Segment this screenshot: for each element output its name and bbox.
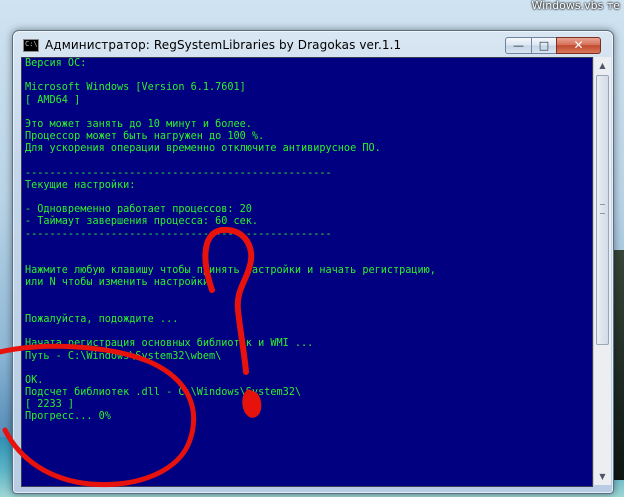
console-window[interactable]: C:\ Администратор: RegSystemLibraries by… bbox=[12, 30, 614, 494]
desktop-file-label[interactable]: Windows.vbs те bbox=[532, 0, 621, 12]
console-line: - Таймаут завершения процесса: 60 сек. bbox=[25, 216, 259, 228]
console-line: Для ускорения операции временно отключит… bbox=[25, 143, 381, 155]
minimize-button[interactable]: — bbox=[505, 37, 532, 54]
close-button[interactable]: ✕ bbox=[556, 37, 601, 54]
console-line: [ AMD64 ] bbox=[25, 94, 81, 106]
scrollbar-thumb[interactable] bbox=[596, 75, 609, 345]
console-line: ----------------------------------------… bbox=[25, 167, 332, 179]
console-line: Версия ОС: bbox=[25, 58, 87, 69]
vertical-scrollbar[interactable]: ▲ ▼ bbox=[593, 57, 611, 485]
command-prompt-icon-text: C:\ bbox=[25, 40, 38, 48]
maximize-button[interactable]: □ bbox=[531, 37, 557, 54]
console-line: Нажмите любую клавишу чтобы принять наст… bbox=[25, 265, 436, 277]
console-line: Пожалуйста, подождите ... bbox=[25, 313, 179, 325]
title-bar[interactable]: C:\ Администратор: RegSystemLibraries by… bbox=[13, 31, 613, 57]
console-line: - Одновременно работает процессов: 20 bbox=[25, 204, 252, 216]
console-line: OK. bbox=[25, 374, 44, 386]
command-prompt-icon[interactable]: C:\ bbox=[23, 39, 39, 52]
console-line: Подсчет библиотек .dll - C:\Windows\Syst… bbox=[25, 387, 302, 399]
console-line: Процессор может быть нагружен до 100 %. bbox=[25, 131, 265, 143]
console-line: Текущие настройки: bbox=[25, 179, 136, 191]
console-line: или N чтобы изменить настройки. bbox=[25, 277, 216, 289]
window-title: Администратор: RegSystemLibraries by Dra… bbox=[45, 38, 402, 52]
scroll-down-arrow-icon[interactable]: ▼ bbox=[594, 468, 611, 485]
console-line: Прогресс... 0% bbox=[25, 411, 111, 423]
scroll-up-arrow-icon[interactable]: ▲ bbox=[594, 57, 611, 74]
console-line: Это может занять до 10 минут и более. bbox=[25, 118, 252, 130]
scrollbar-grip-icon bbox=[600, 204, 605, 214]
console-line: Начата регистрация основных библиотек и … bbox=[25, 338, 314, 350]
console-line: Путь - C:\Windows\System32\wbem\ bbox=[25, 350, 222, 362]
console-text: Версия ОС: Microsoft Windows [Version 6.1… bbox=[25, 58, 436, 424]
console-line: [ 2233 ] bbox=[25, 399, 75, 411]
console-line: Microsoft Windows [Version 6.1.7601] bbox=[25, 82, 246, 94]
console-line: ----------------------------------------… bbox=[25, 228, 332, 240]
console-output-area[interactable]: Версия ОС: Microsoft Windows [Version 6.1… bbox=[21, 57, 593, 487]
